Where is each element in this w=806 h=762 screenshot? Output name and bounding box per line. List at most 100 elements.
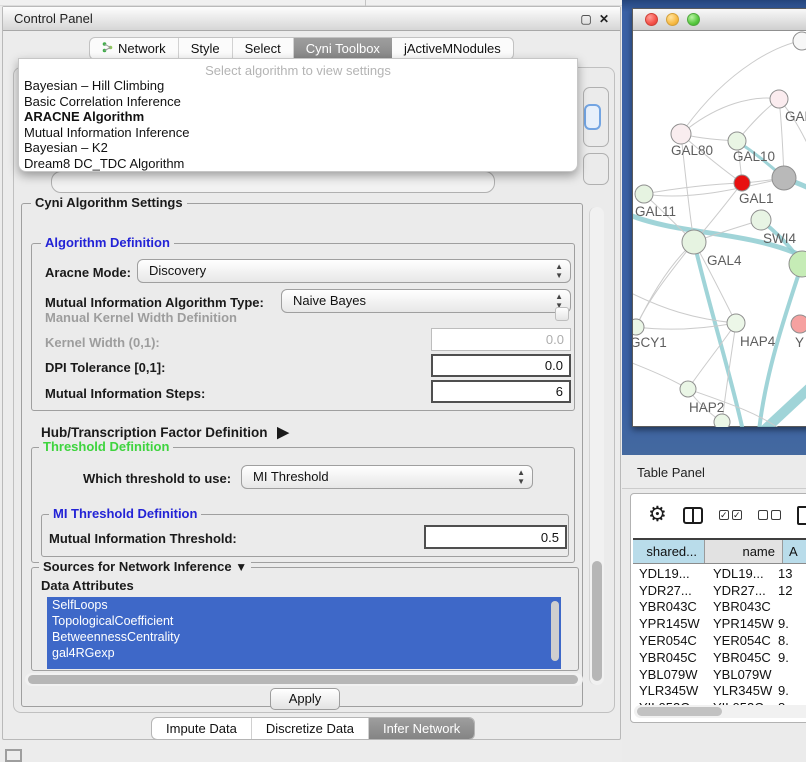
table-cell[interactable]: YBR043C — [705, 599, 776, 614]
network-node[interactable] — [793, 32, 806, 50]
tab-cyni-toolbox[interactable]: Cyni Toolbox — [294, 38, 392, 59]
table-cell[interactable]: YPR145W — [633, 616, 705, 631]
which-threshold-select[interactable]: MI Threshold ▲▼ — [241, 465, 533, 489]
table-cell[interactable]: YBR043C — [633, 599, 705, 614]
table-row[interactable]: YBR043CYBR043C — [633, 599, 806, 616]
float-window-icon[interactable]: ▢ — [578, 11, 594, 27]
attribute-list-scrollbar-thumb[interactable] — [551, 601, 559, 661]
close-window-icon[interactable]: ✕ — [596, 11, 612, 27]
table-cell[interactable]: YDL19... — [705, 566, 776, 581]
gear-icon[interactable]: ⚙ — [648, 505, 667, 525]
zoom-traffic-light[interactable] — [687, 13, 700, 26]
tab-select[interactable]: Select — [233, 38, 294, 59]
dropdown-item[interactable]: Bayesian – Hill Climbing — [19, 78, 577, 94]
table-cell[interactable]: YDL19... — [633, 566, 705, 581]
tab-infer-network[interactable]: Infer Network — [369, 718, 474, 739]
apply-button[interactable]: Apply — [270, 688, 340, 710]
select-columns-icon[interactable]: ✓✓ — [719, 510, 742, 520]
network-node[interactable] — [714, 414, 730, 427]
tab-network[interactable]: Network — [90, 38, 179, 59]
collapsed-arrow-icon[interactable]: ▶ — [277, 424, 289, 441]
dpi-tolerance-input[interactable] — [431, 354, 571, 377]
table-cell[interactable]: YLR345W — [705, 683, 776, 698]
table-row[interactable]: YDR27...YDR27...12 — [633, 582, 806, 599]
network-window-titlebar[interactable] — [633, 9, 806, 31]
deselect-columns-icon[interactable] — [758, 510, 781, 520]
table-cell[interactable]: 12 — [776, 583, 806, 598]
network-node[interactable] — [791, 315, 806, 333]
table-cell[interactable]: YLR345W — [633, 683, 705, 698]
mi-steps-input[interactable] — [431, 380, 571, 403]
attribute-item[interactable]: TopologicalCoefficient — [47, 613, 561, 629]
dropdown-item[interactable]: Mutual Information Inference — [19, 125, 577, 141]
settings-vscrollbar[interactable] — [589, 207, 604, 685]
mi-type-select[interactable]: Naive Bayes ▲▼ — [281, 289, 571, 313]
table-hscrollbar[interactable] — [634, 705, 806, 718]
table-cell[interactable]: YBL079W — [705, 667, 776, 682]
table-cell[interactable]: 13 — [776, 566, 806, 581]
table-row[interactable]: YLR345WYLR345W9. — [633, 683, 806, 700]
attribute-item[interactable]: gal4RGexp — [47, 645, 561, 661]
network-node[interactable] — [734, 175, 750, 191]
column-header-clipped[interactable]: A — [783, 540, 806, 563]
table-cell[interactable]: YBR045C — [705, 650, 776, 665]
table-cell[interactable]: YDR27... — [633, 583, 705, 598]
tab-jactivemnodules[interactable]: jActiveMNodules — [392, 38, 513, 59]
network-edge[interactable] — [644, 183, 742, 194]
table-row[interactable]: YPR145WYPR145W9. — [633, 615, 806, 632]
network-node[interactable] — [671, 124, 691, 144]
sources-title[interactable]: Sources for Network Inference ▼ — [39, 560, 251, 574]
kernel-width-input[interactable] — [431, 328, 571, 351]
aracne-mode-select[interactable]: Discovery ▲▼ — [137, 259, 571, 283]
column-header-name[interactable]: name — [705, 540, 783, 563]
network-node[interactable] — [772, 166, 796, 190]
table-cell[interactable]: YPR145W — [705, 616, 776, 631]
settings-hscrollbar[interactable] — [25, 673, 583, 686]
new-column-icon[interactable] — [797, 506, 806, 525]
dropdown-item[interactable]: Basic Correlation Inference — [19, 94, 577, 110]
table-cell[interactable]: YDR27... — [705, 583, 776, 598]
tab-impute-data[interactable]: Impute Data — [152, 718, 252, 739]
network-node[interactable] — [680, 381, 696, 397]
network-node[interactable] — [727, 314, 745, 332]
network-node[interactable] — [728, 132, 746, 150]
table-cell[interactable]: YBL079W — [633, 667, 705, 682]
tab-discretize-data[interactable]: Discretize Data — [252, 718, 369, 739]
dropdown-item[interactable]: Bayesian – K2 — [19, 140, 577, 156]
expanded-arrow-icon[interactable]: ▼ — [235, 560, 247, 574]
control-panel-titlebar[interactable]: Control Panel — [3, 7, 620, 31]
split-panel-icon[interactable] — [683, 507, 703, 524]
network-edge[interactable] — [633, 291, 736, 323]
network-node[interactable] — [682, 230, 706, 254]
network-edge[interactable] — [636, 323, 736, 329]
manual-kernel-checkbox[interactable] — [555, 307, 569, 321]
mi-threshold-input[interactable] — [424, 525, 567, 549]
dropdown-item[interactable]: Dream8 DC_TDC Algorithm — [19, 156, 577, 172]
table-cell[interactable]: YER054C — [633, 633, 705, 648]
tab-style[interactable]: Style — [179, 38, 233, 59]
table-cell[interactable]: 8. — [776, 633, 806, 648]
table-hscrollbar-thumb[interactable] — [637, 707, 722, 716]
table-cell[interactable]: 9. — [776, 650, 806, 665]
column-header-shared-name[interactable]: shared... — [633, 540, 705, 563]
table-cell[interactable]: 9. — [776, 616, 806, 631]
table-row[interactable]: YDL19...YDL19...13 — [633, 565, 806, 582]
dropdown-item-selected[interactable]: ARACNE Algorithm — [19, 109, 577, 125]
table-cell[interactable]: 9. — [776, 683, 806, 698]
table-cell[interactable]: YBR045C — [633, 650, 705, 665]
close-traffic-light[interactable] — [645, 13, 658, 26]
network-node[interactable] — [633, 319, 644, 335]
network-node[interactable] — [770, 90, 788, 108]
network-edge[interactable] — [681, 98, 779, 134]
network-edge[interactable] — [633, 361, 688, 389]
table-row[interactable]: YER054CYER054C8. — [633, 632, 806, 649]
network-node[interactable] — [635, 185, 653, 203]
network-node[interactable] — [751, 210, 771, 230]
attribute-item[interactable]: SelfLoops — [47, 597, 561, 613]
minimize-traffic-light[interactable] — [666, 13, 679, 26]
settings-vscrollbar-thumb[interactable] — [592, 561, 602, 681]
minimized-panel-icon[interactable] — [5, 749, 22, 762]
network-node[interactable] — [789, 251, 806, 277]
network-canvas[interactable]: GALGAL80GAL10GAL1GAL11SWI4GAL4GCY1HAP4YH… — [633, 31, 806, 427]
table-cell[interactable]: YER054C — [705, 633, 776, 648]
